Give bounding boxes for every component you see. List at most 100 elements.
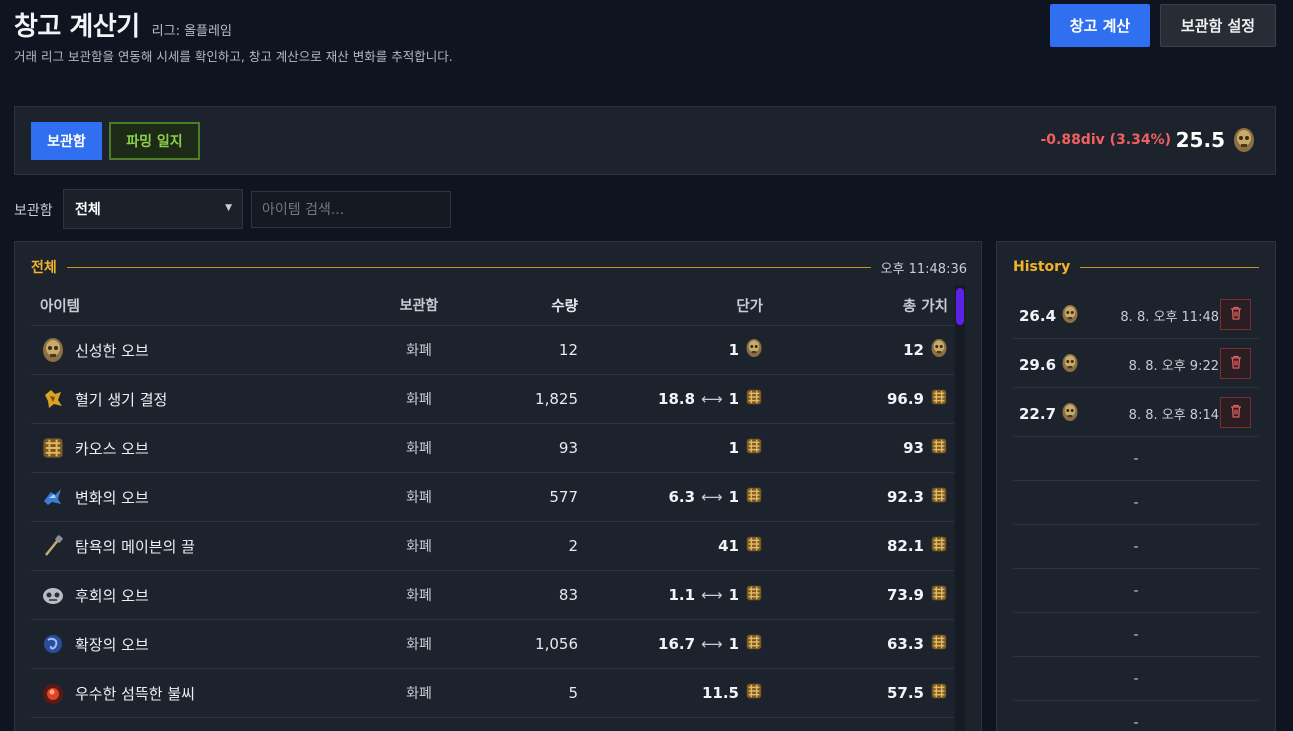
item-unit-price: 1.1 ⟷ 1 xyxy=(668,571,763,619)
history-value-text: 22.7 xyxy=(1019,405,1057,423)
table-row[interactable]: 신성한 오브 화폐 12 1 12 xyxy=(31,326,954,375)
chaos-orb-icon xyxy=(930,682,948,704)
ember-icon xyxy=(40,669,66,717)
item-unit-price: 6.3 ⟷ 1 xyxy=(668,473,763,521)
column-header-total-value[interactable]: 총 가치 xyxy=(903,285,948,325)
item-name: 우수한 섬뜩한 불씨 xyxy=(75,684,195,703)
chaos-orb-icon xyxy=(930,633,948,655)
chaos-orb-icon xyxy=(745,535,763,557)
table-row[interactable]: 변화의 오브 화폐 577 6.3 ⟷ 1 92.3 xyxy=(31,473,954,522)
calculate-button[interactable]: 창고 계산 xyxy=(1050,4,1150,47)
chaos-orb-icon xyxy=(745,486,763,508)
history-value: 29.6 xyxy=(1019,353,1079,377)
item-qty: 93 xyxy=(558,439,578,457)
items-panel-header: 전체 오후 11:48:36 xyxy=(31,258,967,277)
delete-history-button[interactable] xyxy=(1220,397,1251,428)
delete-history-button[interactable] xyxy=(1220,299,1251,330)
value-change: -0.88div (3.34%) xyxy=(1040,132,1171,148)
total-value: 25.5 xyxy=(1175,128,1225,152)
item-stash: 화폐 xyxy=(406,343,432,359)
item-unit-price: 1 xyxy=(729,424,763,472)
delete-history-button[interactable] xyxy=(1220,348,1251,379)
item-search-input[interactable] xyxy=(251,191,451,228)
item-name: 후회의 오브 xyxy=(75,586,149,605)
item-total-value: 93 xyxy=(903,424,948,472)
item-qty: 577 xyxy=(549,488,578,506)
item-unit-price: 41 xyxy=(718,522,763,570)
tab-farming-log[interactable]: 파밍 일지 xyxy=(109,122,200,160)
scrollbar-thumb[interactable] xyxy=(956,288,964,325)
empty-placeholder: - xyxy=(1133,715,1139,731)
item-total-value: 57.5 xyxy=(887,669,948,717)
total-value: 93 xyxy=(903,439,924,457)
column-header-qty[interactable]: 수량 xyxy=(551,285,578,325)
chisel-icon xyxy=(40,522,66,570)
chaos-orb-icon xyxy=(745,388,763,410)
empty-placeholder: - xyxy=(1133,627,1139,643)
unit-price: 1 xyxy=(728,488,739,506)
chaos-orb-icon xyxy=(930,437,948,459)
total-value: 92.3 xyxy=(886,488,924,506)
divine-orb-icon xyxy=(1061,402,1079,426)
unit-price-from: 6.3 xyxy=(668,488,696,506)
item-name: 탐욕의 메이븐의 끌 xyxy=(75,537,195,556)
item-unit-price: 1 xyxy=(729,326,763,374)
table-row[interactable]: 혈기 생기 결정 화폐 1,825 18.8 ⟷ 1 96.9 xyxy=(31,375,954,424)
history-entry: 22.7 8. 8. 오후 8:14 xyxy=(1013,388,1259,437)
exchange-arrow-icon: ⟷ xyxy=(701,488,723,506)
table-header: 아이템 보관함 수량 단가 총 가치 xyxy=(31,285,954,326)
column-header-unit-price[interactable]: 단가 xyxy=(736,285,763,325)
table-scrollbar[interactable] xyxy=(955,285,965,731)
item-unit-price: 18.8 ⟷ 1 xyxy=(658,375,763,423)
chaos-orb-icon xyxy=(40,424,66,472)
tab-stash[interactable]: 보관함 xyxy=(31,122,102,160)
column-header-stash[interactable]: 보관함 xyxy=(385,285,453,325)
item-qty: 1,056 xyxy=(535,635,578,653)
section-title: 전체 xyxy=(31,260,57,276)
item-qty: 5 xyxy=(568,684,578,702)
unit-price: 41 xyxy=(718,537,739,555)
item-stash: 화폐 xyxy=(406,686,432,702)
item-total-value: 82.1 xyxy=(887,522,948,570)
history-empty-slot: - xyxy=(1013,613,1259,657)
history-empty-slot: - xyxy=(1013,657,1259,701)
divine-orb-icon xyxy=(1061,353,1079,377)
item-qty: 12 xyxy=(558,341,578,359)
table-row[interactable]: 카오스 오브 화폐 93 1 93 xyxy=(31,424,954,473)
page-title: 창고 계산기 xyxy=(14,12,140,42)
stash-select[interactable]: 전체 ▼ xyxy=(63,189,243,229)
divine-orb-icon xyxy=(1232,127,1256,157)
page-subtitle: 거래 리그 보관함을 연동해 시세를 확인하고, 창고 계산으로 재산 변화를 … xyxy=(14,49,453,64)
unit-price: 1 xyxy=(728,390,739,408)
stash-settings-button[interactable]: 보관함 설정 xyxy=(1160,4,1276,47)
total-value: 63.3 xyxy=(886,635,924,653)
item-total-value: 63.3 xyxy=(887,620,948,668)
chevron-down-icon: ▼ xyxy=(225,203,232,213)
table-row[interactable]: 우수한 섬뜩한 불씨 화폐 5 11.5 57.5 xyxy=(31,669,954,718)
history-empty-slot: - xyxy=(1013,525,1259,569)
item-total-value: 92.3 xyxy=(887,473,948,521)
table-row[interactable]: 확장의 오브 화폐 1,056 16.7 ⟷ 1 63.3 xyxy=(31,620,954,669)
exchange-arrow-icon: ⟷ xyxy=(701,635,723,653)
total-value: 12 xyxy=(903,341,924,359)
table-row[interactable]: 탐욕의 메이븐의 끌 화폐 2 41 82.1 xyxy=(31,522,954,571)
divine-orb-icon xyxy=(930,338,948,362)
divine-orb-icon xyxy=(40,326,66,374)
item-unit-price: 11.5 xyxy=(702,669,763,717)
exchange-arrow-icon: ⟷ xyxy=(701,586,723,604)
history-title: History xyxy=(1013,259,1071,275)
total-value: 96.9 xyxy=(886,390,924,408)
empty-placeholder: - xyxy=(1133,583,1139,599)
item-total-value: 12 xyxy=(903,326,948,374)
history-date: 8. 8. 오후 11:48 xyxy=(1120,310,1219,325)
exchange-arrow-icon: ⟷ xyxy=(701,390,723,408)
chaos-orb-icon xyxy=(930,486,948,508)
history-value: 26.4 xyxy=(1019,304,1079,328)
table-row[interactable]: 후회의 오브 화폐 83 1.1 ⟷ 1 73.9 xyxy=(31,571,954,620)
item-stash: 화폐 xyxy=(406,539,432,555)
stash-filter-label: 보관함 xyxy=(14,203,53,219)
item-stash: 화폐 xyxy=(406,441,432,457)
column-header-item[interactable]: 아이템 xyxy=(40,285,80,325)
chaos-orb-icon xyxy=(930,584,948,606)
unit-price-from: 16.7 xyxy=(658,635,696,653)
